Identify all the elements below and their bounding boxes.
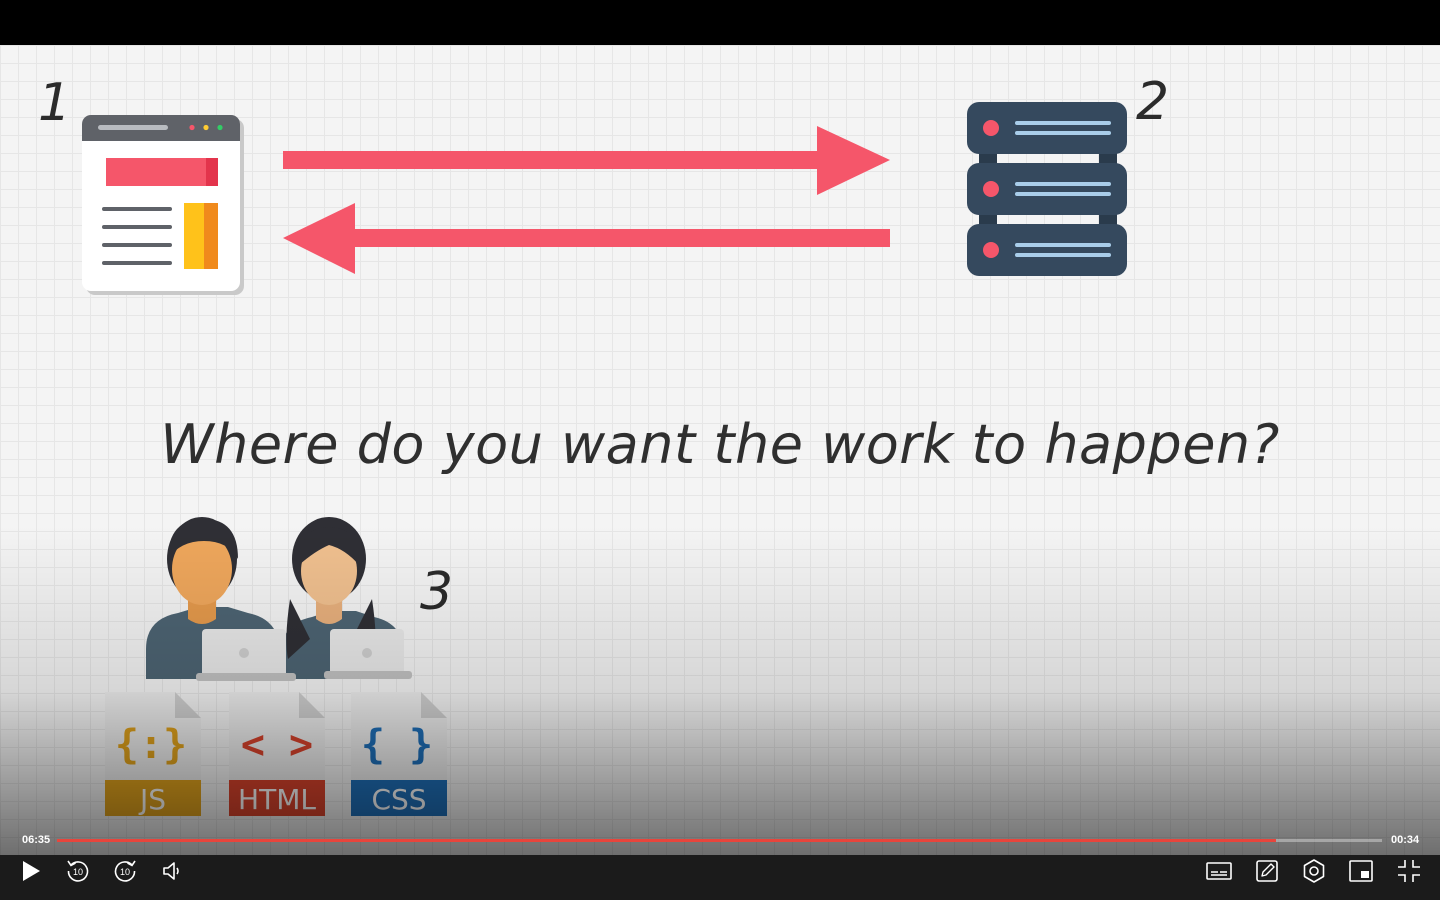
- volume-button[interactable]: [152, 856, 192, 886]
- label-three: 3: [420, 562, 454, 622]
- svg-text:JS: JS: [138, 783, 166, 816]
- svg-text:10: 10: [73, 867, 83, 877]
- slide-question: Where do you want the work to happen?: [160, 413, 1280, 476]
- developers-icon: [146, 517, 412, 681]
- js-file-icon: {:} JS: [105, 692, 201, 816]
- browser-window-icon: [82, 115, 244, 295]
- settings-button[interactable]: [1294, 856, 1334, 886]
- volume-icon: [163, 862, 179, 880]
- remaining-time: 00:34: [1391, 834, 1420, 846]
- svg-text:10: 10: [120, 867, 130, 877]
- exit-fullscreen-icon: [1398, 860, 1420, 882]
- notes-icon: [1256, 860, 1278, 882]
- arrow-left-icon: [283, 203, 890, 274]
- forward-10-button[interactable]: 10: [105, 856, 145, 886]
- settings-icon: [1303, 859, 1325, 883]
- rewind-10-icon: 10: [67, 860, 89, 882]
- arrow-right-icon: [283, 126, 890, 195]
- html-file-icon: < > HTML: [229, 692, 325, 816]
- rewind-10-button[interactable]: 10: [58, 856, 98, 886]
- elapsed-time: 06:35: [22, 834, 51, 846]
- css-file-icon: { } CSS: [351, 692, 447, 816]
- svg-text:HTML: HTML: [238, 783, 316, 816]
- seek-bar-progress: [57, 839, 1276, 842]
- svg-text:CSS: CSS: [371, 783, 426, 816]
- captions-icon: [1206, 862, 1232, 880]
- svg-text:< >: < >: [241, 722, 313, 768]
- video-frame[interactable]: 1 2 3 Where do you want the work to happ…: [0, 45, 1440, 855]
- forward-10-icon: 10: [114, 860, 136, 882]
- play-button[interactable]: [11, 856, 51, 886]
- captions-button[interactable]: [1199, 856, 1239, 886]
- label-two: 2: [1136, 72, 1170, 132]
- play-icon: [23, 861, 40, 881]
- seek-bar[interactable]: [57, 839, 1382, 842]
- svg-text:{ }: { }: [361, 722, 433, 768]
- notes-button[interactable]: [1247, 856, 1287, 886]
- svg-text:{:}: {:}: [115, 722, 187, 768]
- request-response-arrows: [283, 126, 890, 274]
- picture-in-picture-button[interactable]: [1341, 856, 1381, 886]
- picture-in-picture-icon: [1349, 860, 1373, 882]
- exit-fullscreen-button[interactable]: [1389, 856, 1429, 886]
- server-stack-icon: [967, 102, 1127, 276]
- label-one: 1: [38, 73, 72, 133]
